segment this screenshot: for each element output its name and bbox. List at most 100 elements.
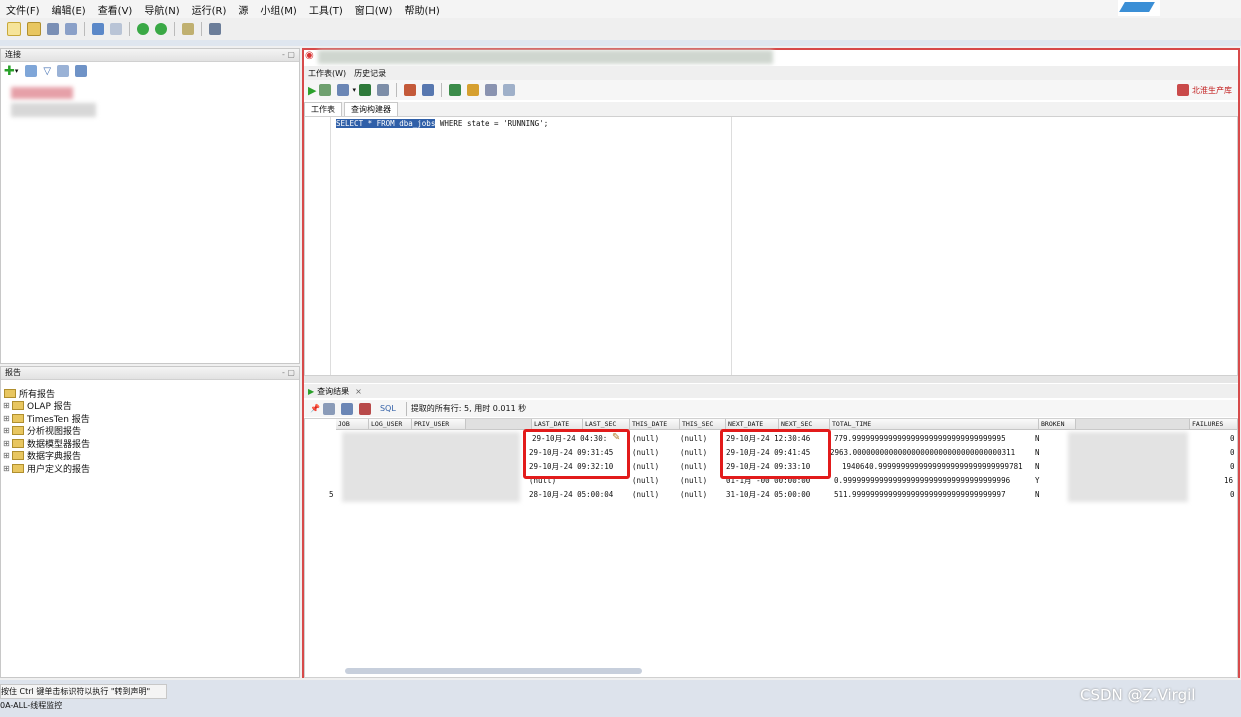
cell-this-date[interactable]: (null) — [632, 474, 678, 488]
refresh-icon[interactable] — [25, 65, 38, 77]
column-header-broken[interactable]: BROKEN — [1039, 419, 1076, 430]
redo-icon[interactable] — [110, 23, 122, 35]
expand-icon[interactable]: ⊞ — [3, 464, 11, 473]
autotrace-icon[interactable] — [403, 84, 416, 96]
explain-plan-icon[interactable] — [376, 84, 389, 96]
sql-tuning-icon[interactable] — [448, 84, 461, 96]
commit-icon[interactable] — [337, 84, 350, 96]
cell-this-sec[interactable]: (null) — [680, 488, 724, 502]
cell-total-time[interactable]: 2963.00000000000000000000000000000000031… — [830, 446, 1034, 460]
cell-broken[interactable]: Y — [1035, 474, 1045, 488]
cell-this-date[interactable]: (null) — [632, 488, 678, 502]
report-tree-item[interactable]: ⊞ 数据模型器报告 — [3, 437, 299, 450]
cell-this-sec[interactable]: (null) — [680, 432, 724, 446]
cell-this-sec[interactable]: (null) — [680, 460, 724, 474]
run-config-icon[interactable] — [182, 23, 194, 35]
menu-team[interactable]: 小组(M) — [254, 2, 302, 17]
history-icon[interactable] — [484, 84, 497, 96]
report-tree-item[interactable]: ⊞ 用户定义的报告 — [3, 462, 299, 475]
sql-statement[interactable]: SELECT * FROM dba_jobs WHERE state = 'RU… — [336, 119, 548, 128]
cell-this-date[interactable]: (null) — [632, 432, 678, 446]
refresh-result-icon[interactable] — [340, 402, 353, 415]
menu-run[interactable]: 运行(R) — [186, 2, 233, 17]
menu-edit[interactable]: 编辑(E) — [46, 2, 92, 17]
cell-this-sec[interactable]: (null) — [680, 446, 724, 460]
menu-source[interactable]: 源 — [232, 2, 254, 17]
report-tree-item[interactable]: 所有报告 — [3, 387, 299, 400]
filter-icon[interactable]: ▽ — [43, 66, 51, 77]
new-icon[interactable] — [7, 22, 21, 36]
tab-query-result[interactable]: 查询结果 — [317, 386, 349, 397]
cell-failures[interactable]: 16 — [1224, 474, 1238, 488]
save-icon[interactable] — [47, 23, 59, 35]
cell-broken[interactable]: N — [1035, 432, 1045, 446]
expand-icon[interactable]: ⊞ — [3, 439, 11, 448]
cell-total-time[interactable]: 1940640.99999999999999999999999999999781 — [842, 460, 1034, 474]
run-statement-icon[interactable]: ▶ — [308, 84, 316, 97]
menu-navigate[interactable]: 导航(N) — [138, 2, 185, 17]
column-header-log-user[interactable]: LOG_USER — [369, 419, 412, 430]
cell-this-date[interactable]: (null) — [632, 460, 678, 474]
print-icon[interactable] — [322, 402, 335, 415]
cell-total-time[interactable]: 511.9999999999999999999999999999999997 — [834, 488, 1034, 502]
menu-help[interactable]: 帮助(H) — [398, 2, 445, 17]
format-icon[interactable] — [466, 84, 479, 96]
find-icon[interactable] — [502, 84, 515, 96]
cell-next-date[interactable]: 31-10月-24 05:00:00 — [726, 488, 828, 502]
back-icon[interactable] — [137, 23, 149, 35]
rollback-icon[interactable] — [358, 84, 371, 96]
expand-icon[interactable]: ⊞ — [3, 426, 11, 435]
report-tree-item[interactable]: ⊞ TimesTen 报告 — [3, 412, 299, 425]
cell-broken[interactable]: N — [1035, 446, 1045, 460]
panel-minimize-icon[interactable]: - ▢ — [282, 49, 295, 61]
column-header-failures[interactable]: FAILURES — [1190, 419, 1238, 430]
column-header-job[interactable]: JOB — [336, 419, 369, 430]
report-tree-item[interactable]: ⊞ OLAP 报告 — [3, 400, 299, 412]
menu-tools[interactable]: 工具(T) — [303, 2, 349, 17]
clear-icon[interactable] — [421, 84, 434, 96]
connection-selector[interactable]: 北淮生产库 — [1192, 85, 1232, 96]
column-header-this-date[interactable]: THIS_DATE — [630, 419, 680, 430]
save-all-icon[interactable] — [65, 23, 77, 35]
close-tab-icon[interactable]: × — [355, 387, 362, 396]
horizontal-scrollbar[interactable] — [345, 668, 642, 674]
sql-editor[interactable] — [304, 116, 1238, 376]
column-header-this-sec[interactable]: THIS_SEC — [680, 419, 726, 430]
run-script-icon[interactable] — [319, 84, 332, 96]
splitter[interactable] — [304, 376, 1238, 383]
menu-window[interactable]: 窗口(W) — [349, 2, 399, 17]
export-icon[interactable] — [358, 402, 371, 415]
cell-broken[interactable]: N — [1035, 488, 1045, 502]
schema-browser-icon[interactable] — [75, 65, 88, 77]
cell-broken[interactable]: N — [1035, 460, 1045, 474]
forward-icon[interactable] — [155, 23, 167, 35]
report-tree-item[interactable]: ⊞ 数据字典报告 — [3, 450, 299, 462]
cell-this-sec[interactable]: (null) — [680, 474, 724, 488]
cell-failures[interactable]: 0 — [1230, 488, 1238, 502]
open-icon[interactable] — [27, 22, 41, 36]
undo-icon[interactable] — [92, 23, 104, 35]
column-header-total-time[interactable]: TOTAL_TIME — [830, 419, 1039, 430]
tab-history[interactable]: 历史记录 — [350, 68, 390, 79]
cell-failures[interactable]: 0 — [1230, 460, 1238, 474]
subtab-worksheet[interactable]: 工作表 — [304, 102, 342, 116]
cell-last-date[interactable]: 28-10月-24 05:00:04 — [529, 488, 629, 502]
add-connection-icon[interactable]: ✚ — [4, 64, 15, 79]
cell-total-time[interactable]: 0.9999999999999999999999999999999999996 — [834, 474, 1034, 488]
cell-failures[interactable]: 0 — [1230, 432, 1238, 446]
menu-view[interactable]: 查看(V) — [92, 2, 139, 17]
column-header-redacted[interactable] — [1076, 419, 1190, 430]
import-icon[interactable] — [57, 65, 70, 77]
pin-icon[interactable]: 📌 — [310, 404, 320, 413]
cell-total-time[interactable]: 779.9999999999999999999999999999999995 — [834, 432, 1034, 446]
report-tree-item[interactable]: ⊞ 分析视图报告 — [3, 425, 299, 437]
column-header-priv-user[interactable]: PRIV_USER — [412, 419, 466, 430]
menu-file[interactable]: 文件(F) — [0, 2, 46, 17]
sql-button[interactable]: SQL — [380, 404, 396, 413]
cell-job[interactable]: 5 — [329, 488, 339, 502]
column-header-redacted[interactable] — [466, 419, 532, 430]
expand-icon[interactable]: ⊞ — [3, 401, 11, 410]
expand-icon[interactable]: ⊞ — [3, 414, 11, 423]
cell-this-date[interactable]: (null) — [632, 446, 678, 460]
binoculars-icon[interactable] — [209, 23, 221, 35]
